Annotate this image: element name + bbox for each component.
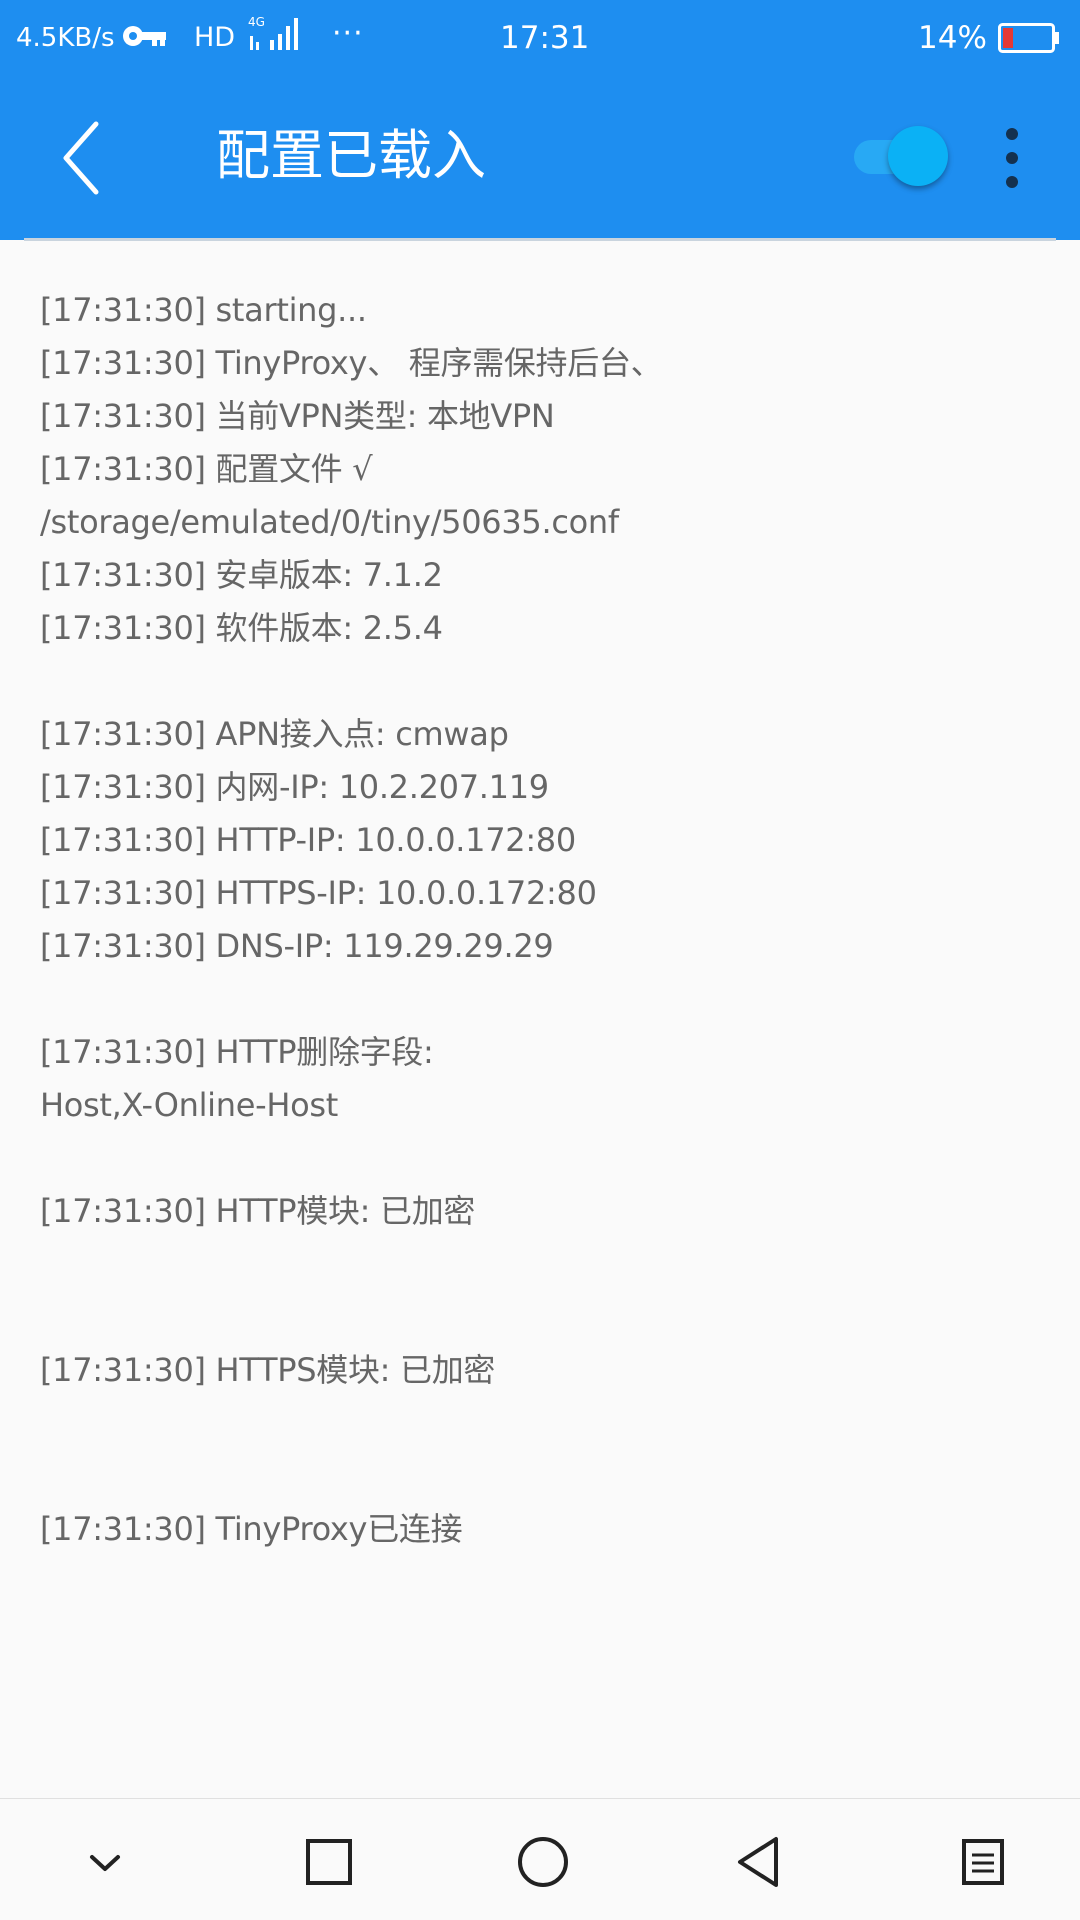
back-icon[interactable] — [724, 1827, 794, 1897]
log-line: [17:31:30] DNS-IP: 119.29.29.29 — [40, 927, 554, 965]
log-line: [17:31:30] HTTP模块: 已加密 — [40, 1192, 476, 1230]
vpn-key-icon — [123, 26, 166, 46]
recent-apps-icon[interactable] — [294, 1827, 364, 1897]
page-title: 配置已载入 — [216, 124, 486, 187]
vpn-toggle[interactable] — [854, 126, 952, 186]
more-notifications-icon: ··· — [332, 16, 364, 51]
network-speed: 4.5KB/s — [16, 23, 115, 53]
log-line: [17:31:30] HTTPS模块: 已加密 — [40, 1351, 496, 1389]
log-line: [17:31:30] 配置文件 √ — [40, 450, 373, 488]
log-line: [17:31:30] TinyProxy已连接 — [40, 1510, 463, 1548]
status-bar: 4.5KB/s HD 4G ··· 17:31 14% — [0, 0, 1080, 76]
navigation-bar — [0, 1798, 1080, 1920]
log-line: [17:31:30] TinyProxy、 程序需保持后台、 — [40, 344, 663, 382]
divider — [24, 238, 1056, 241]
home-icon[interactable] — [508, 1827, 578, 1897]
menu-icon[interactable] — [948, 1827, 1018, 1897]
toggle-thumb — [888, 126, 948, 186]
log-line: [17:31:30] HTTPS-IP: 10.0.0.172:80 — [40, 874, 597, 912]
battery-percent: 14% — [918, 20, 987, 56]
log-line: [17:31:30] 当前VPN类型: 本地VPN — [40, 397, 555, 435]
chevron-down-icon[interactable] — [70, 1827, 140, 1897]
overflow-menu-icon[interactable] — [996, 128, 1030, 188]
back-arrow-icon[interactable] — [52, 116, 116, 200]
log-line: [17:31:30] 安卓版本: 7.1.2 — [40, 556, 443, 594]
log-line: [17:31:30] HTTP删除字段: — [40, 1033, 434, 1071]
log-line: [17:31:30] starting... — [40, 291, 367, 329]
signal-icon: 4G — [248, 15, 298, 50]
log-line: [17:31:30] 软件版本: 2.5.4 — [40, 609, 443, 647]
clock: 17:31 — [500, 20, 590, 56]
log-line: [17:31:30] HTTP-IP: 10.0.0.172:80 — [40, 821, 576, 859]
network-type-label: 4G — [248, 15, 265, 29]
log-line: [17:31:30] 内网-IP: 10.2.207.119 — [40, 768, 549, 806]
log-output: [17:31:30] starting... [17:31:30] TinyPr… — [40, 284, 1050, 1556]
log-line: [17:31:30] APN接入点: cmwap — [40, 715, 509, 753]
battery-icon — [998, 23, 1059, 53]
hd-indicator: HD — [194, 22, 236, 53]
app-bar: 配置已载入 — [0, 76, 1080, 240]
log-line: Host,X-Online-Host — [40, 1086, 339, 1124]
log-line: /storage/emulated/0/tiny/50635.conf — [40, 503, 619, 541]
